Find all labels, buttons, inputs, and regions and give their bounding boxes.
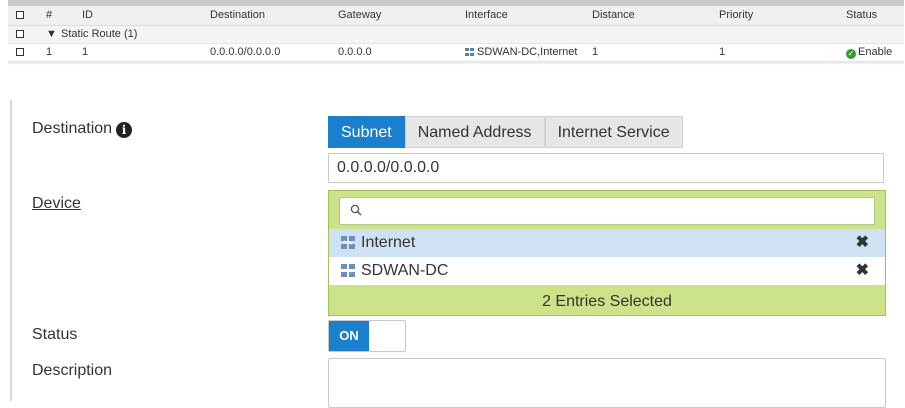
destination-label: Destination i [32, 120, 133, 138]
destination-label-text: Destination [32, 120, 113, 137]
static-route-form: Destination i Subnet Named Address Intern… [10, 100, 905, 408]
interface-icon [341, 236, 355, 249]
col-header-priority[interactable]: Priority [719, 6, 753, 25]
device-label: Device [32, 195, 81, 212]
table-row[interactable]: 1 1 0.0.0.0/0.0.0.0 0.0.0.0 SDWAN-DC,Int… [8, 44, 904, 62]
group-row[interactable]: ▼ Static Route (1) [8, 26, 904, 44]
select-all-checkbox[interactable] [16, 11, 24, 19]
device-multiselect[interactable]: Internet ✖ SDWAN-DC ✖ 2 Entries Selected [328, 190, 886, 316]
row-checkbox[interactable] [16, 48, 24, 56]
interface-icon [341, 264, 355, 277]
status-toggle[interactable]: ON [328, 320, 406, 352]
col-header-num[interactable]: # [46, 6, 52, 25]
static-route-table: # ID Destination Gateway Interface Dista… [8, 0, 904, 65]
table-header-row: # ID Destination Gateway Interface Dista… [8, 6, 904, 26]
remove-icon[interactable]: ✖ [856, 229, 869, 257]
device-entry-sdwan-dc[interactable]: SDWAN-DC ✖ [329, 257, 885, 285]
col-header-id[interactable]: ID [82, 6, 93, 25]
col-header-status[interactable]: Status [846, 6, 877, 25]
row-gateway: 0.0.0.0 [338, 46, 372, 58]
device-entry-label: SDWAN-DC [361, 262, 449, 279]
description-label: Description [32, 362, 113, 379]
remove-icon[interactable]: ✖ [856, 257, 869, 285]
entries-selected-summary: 2 Entries Selected [542, 293, 672, 310]
row-distance: 1 [592, 46, 599, 58]
col-header-interface[interactable]: Interface [465, 6, 508, 25]
device-entry-label: Internet [361, 234, 416, 251]
row-status: ✓ Enable [846, 44, 892, 61]
row-num: 1 [46, 46, 53, 58]
row-priority: 1 [719, 46, 726, 58]
tab-named-address[interactable]: Named Address [404, 116, 545, 148]
status-label: Status [32, 326, 78, 343]
status-toggle-on[interactable]: ON [329, 321, 369, 351]
sdwan-interface-icon [465, 48, 474, 56]
col-header-destination[interactable]: Destination [210, 6, 265, 25]
row-destination: 0.0.0.0/0.0.0.0 [210, 46, 281, 58]
enable-check-icon: ✓ [846, 49, 856, 59]
table-bottom-shadow [8, 62, 904, 65]
col-header-distance[interactable]: Distance [592, 6, 635, 25]
row-interface-text: SDWAN-DC,Internet [477, 46, 578, 58]
destination-input[interactable]: 0.0.0.0/0.0.0.0 [328, 153, 884, 183]
col-header-gateway[interactable]: Gateway [338, 6, 381, 25]
tab-subnet[interactable]: Subnet [328, 116, 405, 148]
device-search-input[interactable] [339, 197, 875, 225]
row-status-text: Enable [858, 46, 893, 58]
collapse-triangle-icon[interactable]: ▼ [46, 26, 57, 43]
device-entry-internet[interactable]: Internet ✖ [329, 229, 885, 257]
info-icon[interactable]: i [116, 122, 133, 138]
row-interface: SDWAN-DC,Internet [465, 44, 577, 61]
search-icon [350, 204, 362, 216]
group-checkbox[interactable] [16, 30, 24, 38]
group-label: Static Route (1) [61, 28, 138, 40]
row-id: 1 [82, 46, 89, 58]
destination-type-tabs: Subnet Named Address Internet Service [328, 116, 683, 148]
tab-internet-service[interactable]: Internet Service [544, 116, 683, 148]
